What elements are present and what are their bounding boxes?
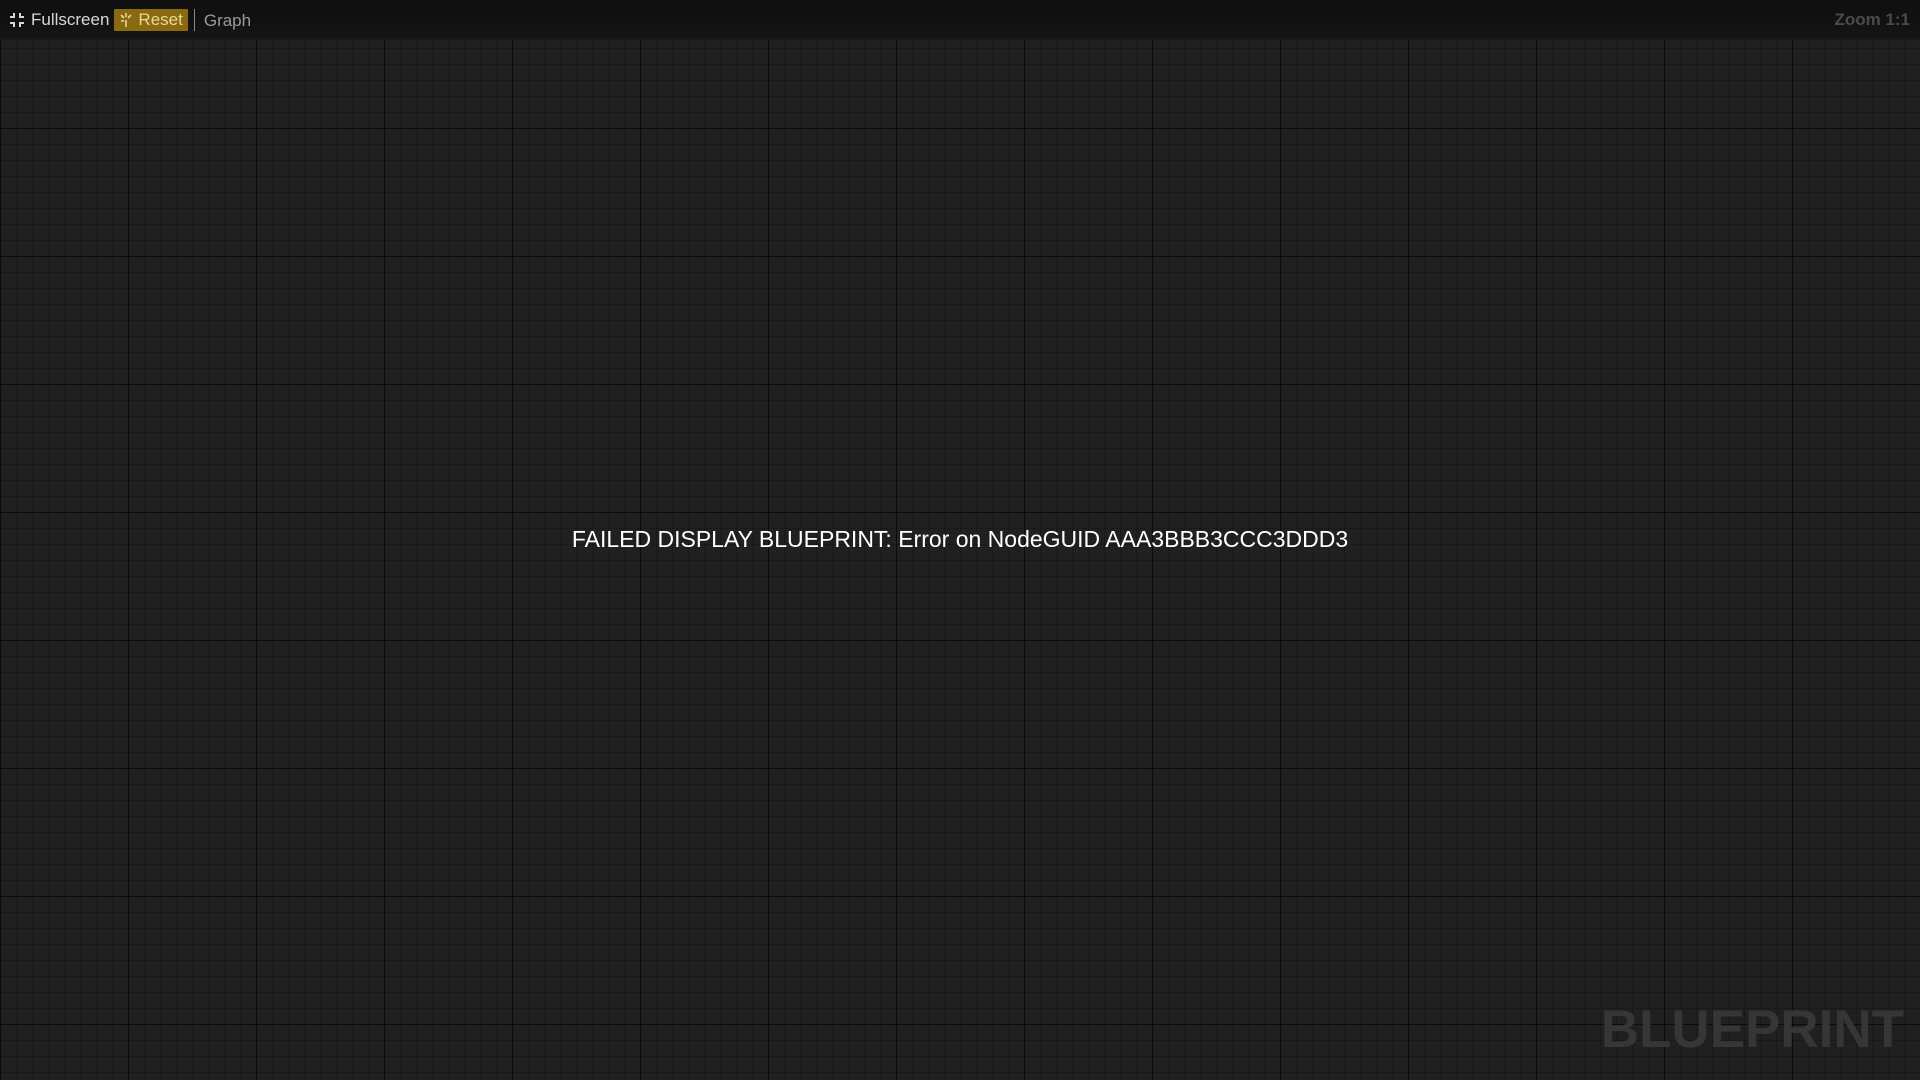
reset-button[interactable]: Reset [114, 8, 188, 31]
toolbar: Fullscreen Reset Graph Zoom 1:1 [0, 0, 1920, 40]
graph-tab-label: Graph [203, 10, 252, 30]
reset-icon [120, 12, 132, 27]
toolbar-divider [193, 8, 195, 31]
error-message: FAILED DISPLAY BLUEPRINT: Error on NodeG… [571, 526, 1349, 552]
fullscreen-label: Fullscreen [31, 9, 110, 29]
reset-label: Reset [138, 9, 183, 29]
blueprint-watermark: BLUEPRINT [1600, 1000, 1904, 1059]
blueprint-graph-canvas[interactable]: Fullscreen Reset Graph Zoom 1:1 FAILED D… [0, 0, 1920, 1080]
fullscreen-button[interactable]: Fullscreen [9, 10, 114, 30]
fullscreen-icon [10, 12, 24, 27]
zoom-indicator: Zoom 1:1 [1834, 10, 1910, 29]
